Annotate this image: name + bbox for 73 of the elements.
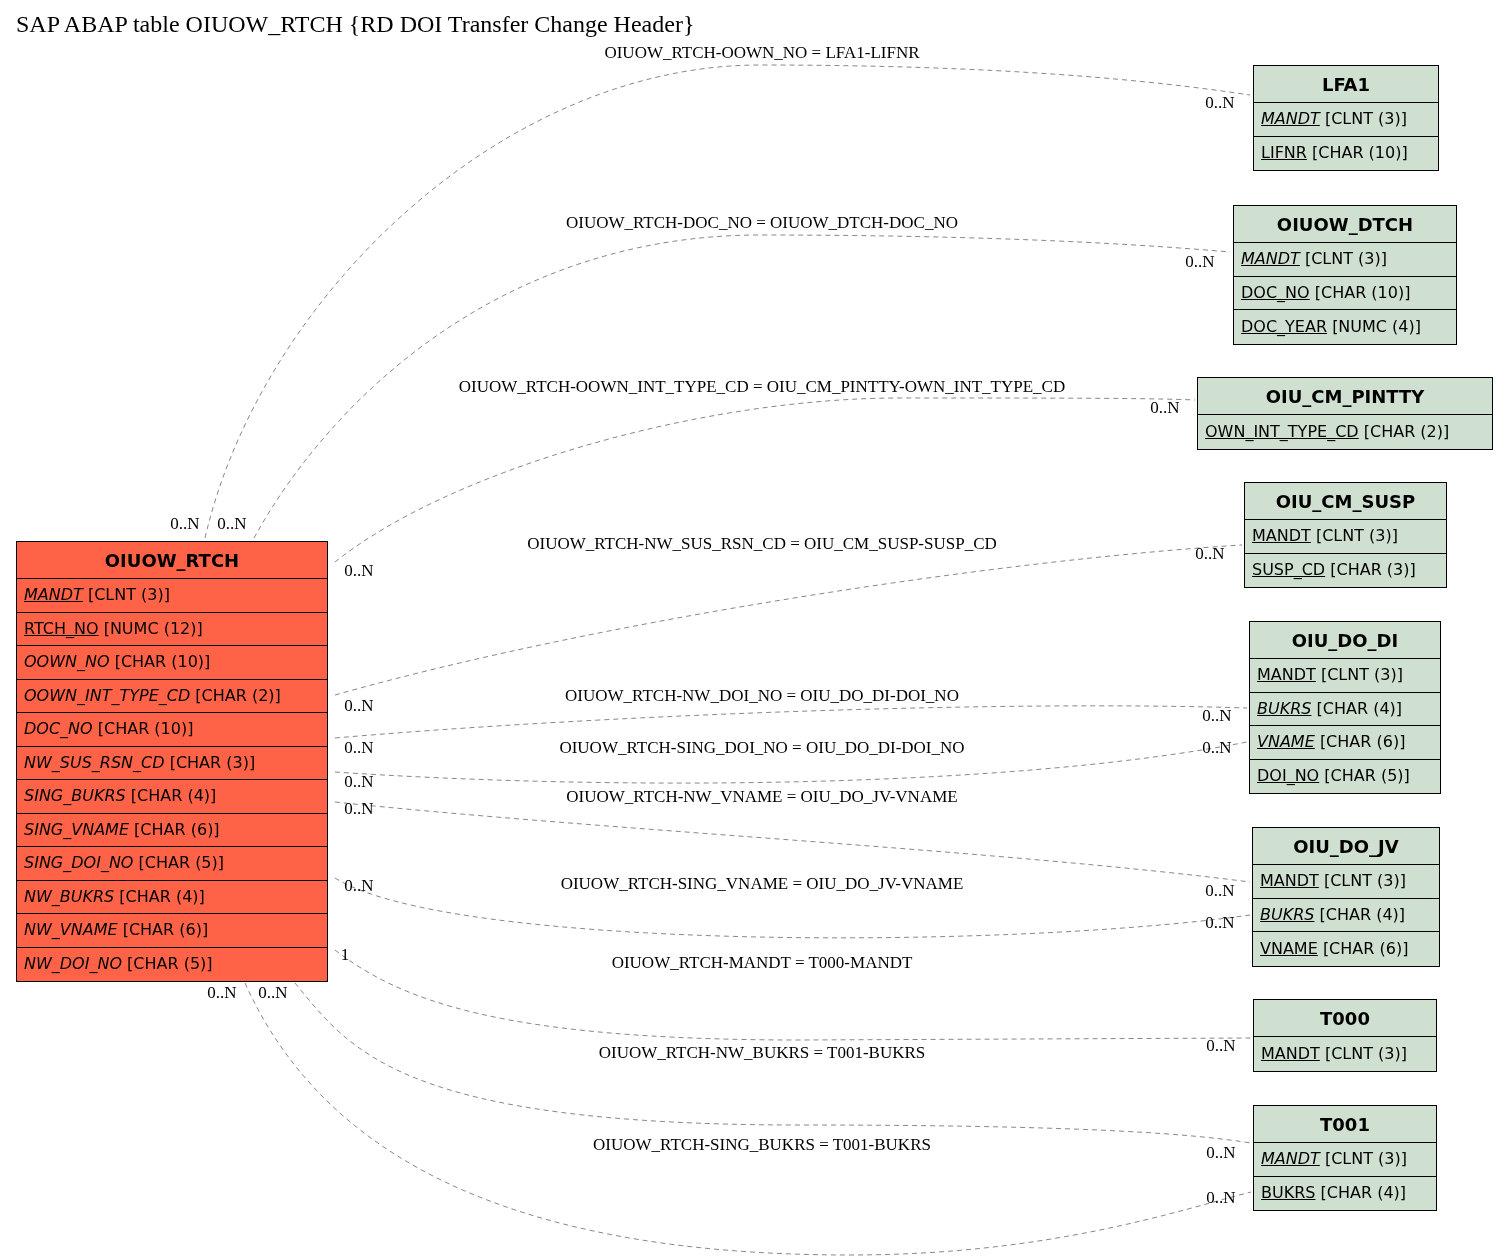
cardinality-label: 0..N xyxy=(1206,1144,1236,1161)
relation-label: OIUOW_RTCH-DOC_NO = OIUOW_DTCH-DOC_NO xyxy=(566,214,958,231)
cardinality-label: 0..N xyxy=(1205,94,1235,111)
field-row-text: DOI_NO [CHAR (5)] xyxy=(1256,765,1411,788)
table-name: LFA1 xyxy=(1254,66,1438,103)
table-name: OIU_CM_SUSP xyxy=(1245,483,1446,520)
field-row: OOWN_NO [CHAR (10)] xyxy=(17,646,327,680)
field-row: VNAME [CHAR (6)] xyxy=(1250,726,1440,760)
field-row-text: LIFNR [CHAR (10)] xyxy=(1260,142,1409,165)
cardinality-label: 0..N xyxy=(1206,1189,1236,1206)
field-row: NW_BUKRS [CHAR (4)] xyxy=(17,880,327,914)
field-row: DOC_NO [CHAR (10)] xyxy=(1234,276,1456,310)
cardinality-label: 0..N xyxy=(344,800,374,817)
cardinality-label: 0..N xyxy=(344,877,374,894)
field-row-text: OWN_INT_TYPE_CD [CHAR (2)] xyxy=(1204,420,1451,443)
field-row: MANDT [CLNT (3)] xyxy=(1253,865,1439,899)
field-row-text: BUKRS [CHAR (4)] xyxy=(1260,1182,1408,1205)
cardinality-label: 0..N xyxy=(170,515,200,532)
cardinality-label: 0..N xyxy=(344,773,374,790)
field-row: MANDT [CLNT (3)] xyxy=(1245,520,1446,554)
cardinality-label: 0..N xyxy=(217,515,247,532)
field-row: MANDT [CLNT (3)] xyxy=(17,579,327,613)
table-name: OIU_DO_JV xyxy=(1253,828,1439,865)
field-row-text: NW_DOI_NO [CHAR (5)] xyxy=(23,953,214,976)
cardinality-label: 0..N xyxy=(1202,739,1232,756)
cardinality-label: 0..N xyxy=(1185,253,1215,270)
relation-label: OIUOW_RTCH-MANDT = T000-MANDT xyxy=(611,954,913,971)
field-row-text: SUSP_CD [CHAR (3)] xyxy=(1251,559,1417,582)
table-name: T001 xyxy=(1254,1106,1436,1143)
table-name: T000 xyxy=(1254,1000,1436,1037)
cardinality-label: 0..N xyxy=(344,562,374,579)
relation-label: OIUOW_RTCH-NW_DOI_NO = OIU_DO_DI-DOI_NO xyxy=(565,687,959,704)
relation-label: OIUOW_RTCH-OOWN_NO = LFA1-LIFNR xyxy=(604,44,920,61)
cardinality-label: 0..N xyxy=(207,984,237,1001)
field-row: MANDT [CLNT (3)] xyxy=(1254,1143,1436,1177)
cardinality-label: 1 xyxy=(340,946,350,963)
cardinality-label: 0..N xyxy=(344,739,374,756)
table-name: OIU_DO_DI xyxy=(1250,622,1440,659)
cardinality-label: 0..N xyxy=(1205,914,1235,931)
cardinality-label: 0..N xyxy=(1150,399,1180,416)
cardinality-label: 0..N xyxy=(1202,707,1232,724)
field-row: MANDT [CLNT (3)] xyxy=(1250,659,1440,693)
field-row: OOWN_INT_TYPE_CD [CHAR (2)] xyxy=(17,679,327,713)
table-name: OIU_CM_PINTTY xyxy=(1198,378,1492,415)
field-row-text: MANDT [CLNT (3)] xyxy=(1260,1042,1408,1065)
relation-label: OIUOW_RTCH-SING_BUKRS = T001-BUKRS xyxy=(593,1136,931,1153)
table-name: OIUOW_RTCH xyxy=(17,542,327,579)
table-name: OIUOW_DTCH xyxy=(1234,206,1456,243)
field-row: BUKRS [CHAR (4)] xyxy=(1253,898,1439,932)
field-row: SING_VNAME [CHAR (6)] xyxy=(17,813,327,847)
cardinality-label: 0..N xyxy=(258,984,288,1001)
field-row: NW_VNAME [CHAR (6)] xyxy=(17,914,327,948)
field-row: SING_DOI_NO [CHAR (5)] xyxy=(17,847,327,881)
relation-label: OIUOW_RTCH-NW_SUS_RSN_CD = OIU_CM_SUSP-SUSP_CD xyxy=(527,535,997,552)
cardinality-label: 0..N xyxy=(1195,545,1225,562)
field-row: RTCH_NO [NUMC (12)] xyxy=(17,612,327,646)
field-row: DOC_NO [CHAR (10)] xyxy=(17,713,327,747)
cardinality-label: 0..N xyxy=(1205,882,1235,899)
diagram-title: SAP ABAP table OIUOW_RTCH {RD DOI Transfer Change Header} xyxy=(16,10,695,39)
cardinality-label: 0..N xyxy=(1206,1037,1236,1054)
field-row: NW_SUS_RSN_CD [CHAR (3)] xyxy=(17,746,327,780)
relation-label: OIUOW_RTCH-NW_VNAME = OIU_DO_JV-VNAME xyxy=(566,788,958,805)
field-row: BUKRS [CHAR (4)] xyxy=(1250,692,1440,726)
relation-label: OIUOW_RTCH-SING_DOI_NO = OIU_DO_DI-DOI_NO xyxy=(559,739,965,756)
relation-label: OIUOW_RTCH-SING_VNAME = OIU_DO_JV-VNAME xyxy=(560,875,964,892)
field-row-text: VNAME [CHAR (6)] xyxy=(1259,937,1410,960)
field-row: MANDT [CLNT (3)] xyxy=(1254,103,1438,137)
relation-label: OIUOW_RTCH-NW_BUKRS = T001-BUKRS xyxy=(598,1044,926,1061)
field-row: MANDT [CLNT (3)] xyxy=(1234,243,1456,277)
field-row: SING_BUKRS [CHAR (4)] xyxy=(17,780,327,814)
relation-label: OIUOW_RTCH-OOWN_INT_TYPE_CD = OIU_CM_PINTTY-OWN_INT_TYPE_CD xyxy=(458,378,1066,395)
cardinality-label: 0..N xyxy=(344,697,374,714)
field-row-text: DOC_YEAR [NUMC (4)] xyxy=(1240,315,1422,338)
